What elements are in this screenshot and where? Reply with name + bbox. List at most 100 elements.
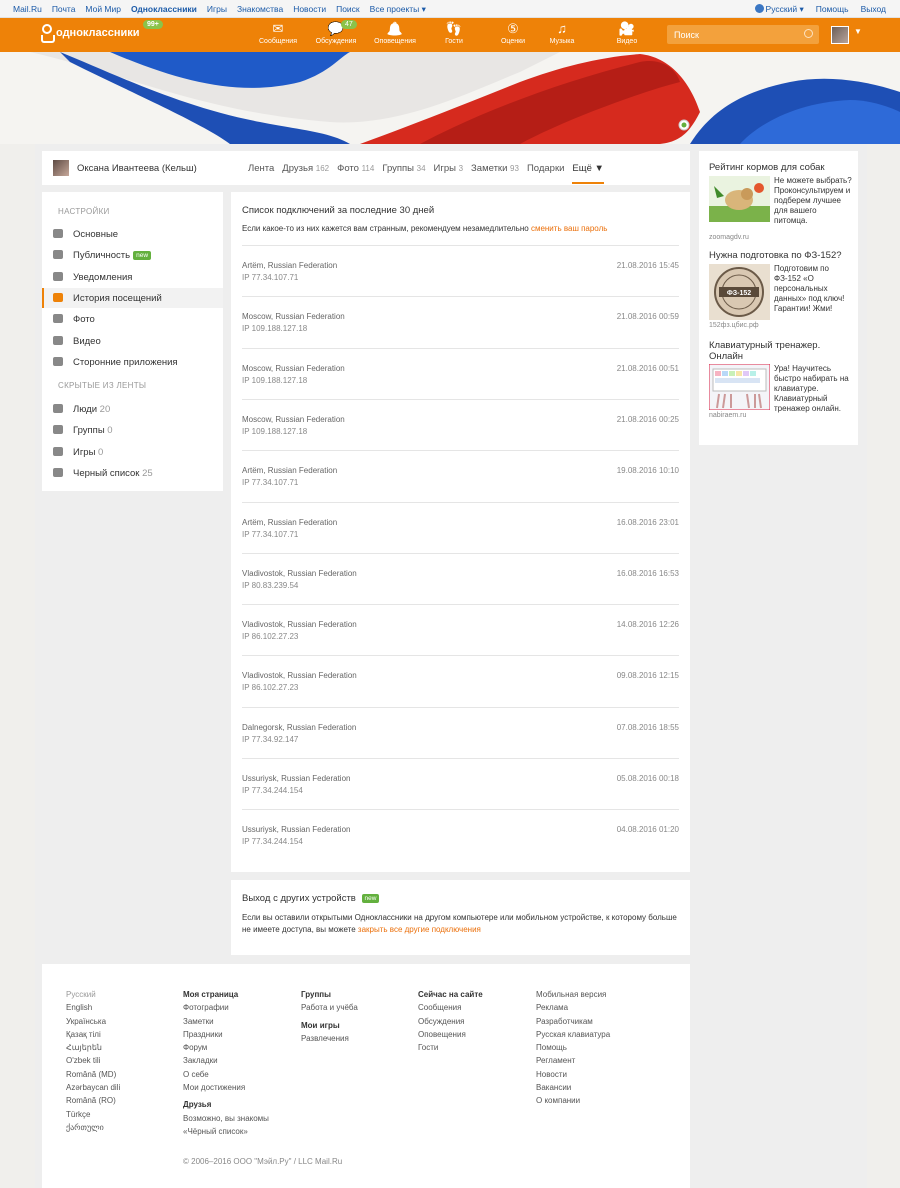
megaphone-icon — [53, 250, 63, 260]
footer-link[interactable]: Закладки — [183, 1056, 269, 1069]
footer-link[interactable]: «Чёрный список» — [183, 1127, 269, 1140]
profile-tab[interactable]: Ещё ▼ — [572, 163, 604, 184]
portal-link[interactable]: Почта — [52, 4, 76, 15]
nav-envelope[interactable]: ✉ Сообщения — [253, 21, 303, 46]
footer-link[interactable]: О компании — [536, 1096, 610, 1109]
footer-link[interactable]: Помощь — [536, 1043, 610, 1056]
nav-footprints[interactable]: 👣 Гости — [429, 21, 479, 46]
footer-link[interactable]: Праздники — [183, 1030, 269, 1043]
nav-label: Видео — [616, 38, 638, 45]
language-link[interactable]: ქართული — [66, 1123, 120, 1136]
footer-link[interactable]: Сообщения — [418, 1003, 483, 1016]
portal-link[interactable]: Знакомства — [237, 4, 283, 15]
nav-ratings[interactable]: ⑤ Оценки — [488, 21, 538, 46]
help-link[interactable]: Помощь — [816, 4, 849, 15]
language-link[interactable]: Română (RO) — [66, 1096, 120, 1109]
portal-link[interactable]: Все проекты ▾ — [370, 4, 426, 15]
profile-cover-banner — [0, 52, 900, 144]
settings-item[interactable]: Сторонние приложения — [42, 352, 223, 372]
footer-link[interactable]: Фотографии — [183, 1003, 269, 1016]
footer-link[interactable]: Оповещения — [418, 1030, 483, 1043]
portal-link[interactable]: Игры — [207, 4, 227, 15]
connection-location: Vladivostok, Russian Federation — [242, 620, 357, 630]
ad-keyboard-trainer[interactable]: Клавиатурный тренажер. Онлайн Ура! Научи… — [708, 340, 849, 420]
footer-link[interactable]: Заметки — [183, 1017, 269, 1030]
nav-label: Оповещения — [374, 38, 416, 45]
apps-icon — [53, 356, 63, 366]
profile-tab[interactable]: Группы 34 — [382, 163, 425, 184]
settings-item[interactable]: Уведомления — [42, 267, 223, 287]
hidden-item[interactable]: Игры 0 — [42, 442, 223, 462]
footer-link[interactable]: Русская клавиатура — [536, 1030, 610, 1043]
portal-link[interactable]: Mail.Ru — [13, 4, 42, 15]
user-avatar[interactable] — [831, 26, 849, 44]
hidden-item[interactable]: Черный список 25 — [42, 463, 223, 483]
hidden-item[interactable]: Люди 20 — [42, 399, 223, 419]
language-link[interactable]: Русский — [66, 990, 120, 1003]
nav-chat[interactable]: 💬 Обсуждения 47 — [311, 20, 361, 45]
footer-link[interactable]: Развлечения — [301, 1034, 358, 1047]
ad-fz152[interactable]: Нужна подготовка по ФЗ-152? ФЗ-152 Подго… — [709, 250, 849, 330]
footer-link[interactable]: Мои достижения — [183, 1083, 269, 1096]
language-link[interactable]: Azərbaycan dili — [66, 1083, 120, 1096]
chevron-down-icon[interactable]: ▼ — [854, 27, 862, 36]
footer-link[interactable]: Вакансии — [536, 1083, 610, 1096]
connection-ip: IP 77.34.107.71 — [242, 273, 299, 282]
language-link[interactable]: Українська — [66, 1017, 120, 1030]
settings-item[interactable]: Основные — [42, 224, 223, 244]
footer-link[interactable]: Работа и учёба — [301, 1003, 358, 1016]
portal-link[interactable]: Поиск — [336, 4, 360, 15]
profile-tab[interactable]: Игры 3 — [434, 163, 464, 184]
settings-item[interactable]: Публичность new — [42, 245, 223, 265]
search-input[interactable] — [667, 25, 797, 44]
footer-languages: Русский English Українська Қазақ тілі Հայերե… — [66, 990, 120, 1136]
language-switch[interactable]: Русский ▾ — [754, 4, 804, 15]
profile-avatar[interactable] — [53, 160, 69, 176]
connection-row: Vladivostok, Russian Federation IP 86.102… — [242, 604, 679, 655]
language-link[interactable]: Қазақ тілі — [66, 1030, 120, 1043]
language-link[interactable]: Հայերեն — [66, 1043, 120, 1056]
language-link[interactable]: English — [66, 1003, 120, 1016]
footer-link[interactable]: Обсуждения — [418, 1017, 483, 1030]
ad-dog-food[interactable]: Рейтинг кормов для собак Не можете выбра… — [709, 162, 852, 242]
profile-tab[interactable]: Фото 114 — [337, 163, 374, 184]
change-password-link[interactable]: сменить ваш пароль — [531, 224, 607, 233]
footer-groups: Группы Работа и учёба Мои игры Развлечения — [301, 990, 358, 1047]
footer-link[interactable]: Форум — [183, 1043, 269, 1056]
hidden-item[interactable]: Группы 0 — [42, 420, 223, 440]
footer-link[interactable]: Регламент — [536, 1056, 610, 1069]
search-icon[interactable] — [804, 29, 813, 38]
language-link[interactable]: Română (MD) — [66, 1070, 120, 1083]
profile-tab[interactable]: Друзья 162 — [282, 163, 329, 184]
profile-tab[interactable]: Подарки — [527, 163, 564, 184]
nav-video-camera[interactable]: 🎥 Видео — [602, 20, 652, 46]
profile-name[interactable]: Оксана Ивантеева (Кельш) — [77, 163, 197, 174]
portal-link[interactable]: Новости — [293, 4, 326, 15]
portal-link[interactable]: Мой Мир — [85, 4, 121, 15]
search-box[interactable] — [667, 25, 819, 44]
close-all-connections-link[interactable]: закрыть все другие подключения — [358, 925, 481, 934]
footer-link[interactable]: Возможно, вы знакомы — [183, 1114, 269, 1127]
nav-music[interactable]: ♫ Музыка — [537, 21, 587, 45]
nav-bell[interactable]: 🔔 Оповещения — [370, 21, 420, 46]
connection-ip: IP 109.188.127.18 — [242, 324, 308, 334]
footer-link[interactable]: Новости — [536, 1070, 610, 1083]
footer-link[interactable]: О себе — [183, 1070, 269, 1083]
settings-item[interactable]: Видео — [42, 331, 223, 351]
connection-ip: IP 86.102.27.23 — [242, 683, 299, 693]
logout-link[interactable]: Выход — [861, 4, 886, 15]
settings-item[interactable]: Фото — [42, 309, 223, 329]
footer-link[interactable]: Гости — [418, 1043, 483, 1056]
settings-item[interactable]: История посещений — [42, 287, 223, 308]
footer-link[interactable]: Разработчикам — [536, 1017, 610, 1030]
profile-tab[interactable]: Заметки 93 — [471, 163, 519, 184]
language-link[interactable]: Türkçe — [66, 1110, 120, 1123]
footer-link[interactable]: Мобильная версия — [536, 990, 610, 1003]
language-link[interactable]: O'zbek tili — [66, 1056, 120, 1069]
footer-heading: Друзья — [183, 1100, 212, 1110]
ok-logo[interactable]: одноклассники 99+ — [40, 20, 163, 43]
footer-link[interactable]: Реклама — [536, 1003, 610, 1016]
portal-link[interactable]: Одноклассники — [131, 4, 197, 15]
video-camera-icon: 🎥 — [618, 20, 636, 36]
profile-tab[interactable]: Лента — [248, 163, 274, 184]
